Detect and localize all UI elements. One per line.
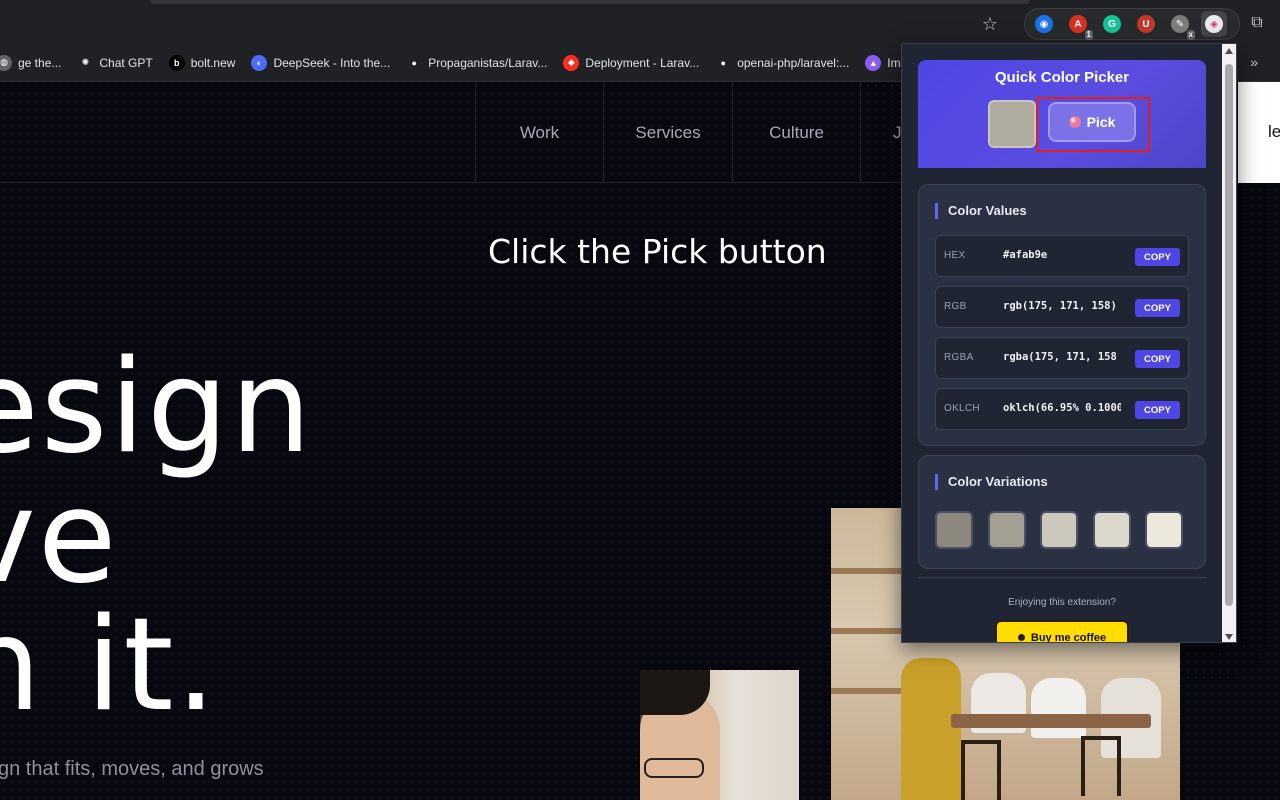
bookmark-label: openai-php/laravel:... bbox=[737, 55, 850, 70]
value-row-oklch: OKLCH oklch(66.95% 0.1000 COPY bbox=[935, 388, 1189, 430]
bookmark-item[interactable]: ◆ Deployment - Larav... bbox=[555, 49, 707, 77]
bookmark-label: DeepSeek - Into the... bbox=[273, 55, 391, 70]
bookmark-label: bolt.new bbox=[190, 55, 236, 70]
color-variations-card: Color Variations bbox=[918, 455, 1206, 569]
chair bbox=[961, 740, 1001, 800]
value-text[interactable]: rgba(175, 171, 158 bbox=[1003, 351, 1121, 363]
ublock-icon[interactable]: U bbox=[1133, 11, 1159, 37]
popup-title: Quick Color Picker bbox=[994, 69, 1130, 86]
person-glasses bbox=[644, 758, 704, 778]
copy-rgba-button[interactable]: COPY bbox=[1135, 350, 1180, 368]
hero-line-3: n it. bbox=[0, 591, 219, 740]
nav-culture[interactable]: Culture bbox=[732, 82, 860, 183]
ublock-icon-glyph: U bbox=[1137, 15, 1155, 33]
deepseek-icon: ◐ bbox=[251, 54, 268, 71]
color-variation-swatch[interactable] bbox=[935, 511, 973, 549]
divider bbox=[918, 577, 1206, 578]
bookmark-item[interactable]: ◍ ge the... bbox=[0, 49, 69, 77]
extensions-puzzle-icon[interactable]: ⧉ bbox=[1246, 12, 1268, 34]
value-label: RGB bbox=[944, 301, 967, 312]
color-variation-swatch[interactable] bbox=[1145, 511, 1183, 549]
copy-oklch-button[interactable]: COPY bbox=[1135, 401, 1180, 419]
color-variations-title: Color Variations bbox=[935, 474, 1048, 490]
value-text[interactable]: #afab9e bbox=[1003, 249, 1121, 261]
hero-line-2: ve bbox=[0, 463, 119, 612]
browser-toolbar: ☆ ◉ A 1 G U ✎ x ◈ ⧉ bbox=[0, 0, 1280, 44]
address-bar-edge[interactable] bbox=[150, 0, 1030, 4]
person-standing bbox=[901, 658, 961, 800]
nav-cta-partial[interactable]: le bbox=[1238, 82, 1280, 183]
puzzle-ext-icon-glyph: ✎ bbox=[1171, 15, 1189, 33]
scroll-thumb[interactable] bbox=[1225, 64, 1233, 606]
color-picker-ext-icon[interactable]: ◈ bbox=[1201, 11, 1227, 37]
copy-hex-button[interactable]: COPY bbox=[1135, 248, 1180, 266]
nav-work[interactable]: Work bbox=[475, 82, 603, 183]
github-icon: ● bbox=[715, 54, 732, 71]
value-text[interactable]: oklch(66.95% 0.1000 bbox=[1003, 402, 1121, 414]
github-icon: ● bbox=[406, 54, 423, 71]
color-values-title: Color Values bbox=[935, 203, 1027, 219]
color-variation-swatch[interactable] bbox=[1040, 511, 1078, 549]
popup-header: Quick Color Picker Pick bbox=[918, 60, 1206, 168]
grammarly-icon-glyph: G bbox=[1103, 15, 1121, 33]
buy-coffee-label: Buy me coffee bbox=[1030, 632, 1107, 643]
buy-coffee-button[interactable]: Buy me coffee bbox=[995, 620, 1129, 643]
value-row-rgb: RGB rgb(175, 171, 158) COPY bbox=[935, 286, 1189, 328]
color-variation-swatch[interactable] bbox=[1092, 511, 1131, 549]
color-variation-swatch[interactable] bbox=[987, 511, 1026, 549]
popup-scrollbar[interactable] bbox=[1222, 44, 1236, 642]
copy-rgb-button[interactable]: COPY bbox=[1135, 299, 1180, 317]
coffee-icon bbox=[1017, 634, 1025, 641]
openai-icon: ✺ bbox=[77, 54, 94, 71]
grammarly-icon[interactable]: G bbox=[1099, 11, 1125, 37]
meeting-table bbox=[951, 714, 1151, 728]
globe-icon: ◍ bbox=[0, 54, 12, 71]
bookmark-label: ge the... bbox=[18, 55, 62, 70]
extension-badge: x bbox=[1186, 30, 1195, 40]
bookmark-label: Propaganistas/Larav... bbox=[428, 55, 548, 70]
bookmark-label: Chat GPT bbox=[99, 55, 153, 70]
scroll-up-icon[interactable] bbox=[1225, 48, 1233, 54]
team-photo-small bbox=[640, 670, 799, 800]
chair bbox=[1081, 736, 1121, 796]
bolt-icon: b bbox=[168, 54, 185, 71]
extensions-group: ◉ A 1 G U ✎ x ◈ bbox=[1024, 8, 1240, 40]
bookmark-star-icon[interactable]: ☆ bbox=[978, 12, 1002, 36]
hero-subtitle: gn that fits, moves, and grows bbox=[0, 758, 264, 780]
bookmark-item[interactable]: ✺ Chat GPT bbox=[69, 49, 160, 77]
value-label: OKLCH bbox=[944, 403, 980, 414]
current-color-swatch bbox=[988, 100, 1036, 148]
color-values-card: Color Values HEX #afab9e COPY RGB rgb(17… bbox=[918, 184, 1206, 446]
pick-button-highlight bbox=[1036, 97, 1150, 152]
bookmarks-overflow-icon[interactable]: » bbox=[1250, 54, 1258, 70]
scroll-down-icon[interactable] bbox=[1225, 634, 1233, 640]
laravel-icon: ◆ bbox=[563, 54, 580, 71]
adblock-icon-glyph: A bbox=[1069, 15, 1087, 33]
rocket-icon: ▲ bbox=[865, 54, 882, 71]
bookmark-item[interactable]: ● Propaganistas/Larav... bbox=[398, 49, 555, 77]
value-label: RGBA bbox=[944, 352, 974, 363]
enjoy-text: Enjoying this extension? bbox=[1008, 597, 1116, 608]
value-row-rgba: RGBA rgba(175, 171, 158 COPY bbox=[935, 337, 1189, 379]
blue-ext-icon[interactable]: ◉ bbox=[1031, 11, 1057, 37]
blue-ext-icon-glyph: ◉ bbox=[1035, 15, 1053, 33]
bookmark-label: Deployment - Larav... bbox=[585, 55, 700, 70]
bookmark-item[interactable]: ◐ DeepSeek - Into the... bbox=[243, 49, 398, 77]
adblock-icon[interactable]: A1 bbox=[1065, 11, 1093, 40]
instruction-caption: Click the Pick button bbox=[488, 232, 827, 271]
color-picker-ext-icon-glyph: ◈ bbox=[1205, 15, 1223, 33]
value-row-hex: HEX #afab9e COPY bbox=[935, 235, 1189, 277]
value-text[interactable]: rgb(175, 171, 158) bbox=[1003, 300, 1121, 312]
person-seated bbox=[1031, 678, 1086, 738]
bookmark-item[interactable]: b bolt.new bbox=[161, 49, 244, 77]
hero-line-1: esign bbox=[0, 333, 314, 482]
nav-services[interactable]: Services bbox=[603, 82, 732, 183]
extension-badge: 1 bbox=[1084, 30, 1093, 40]
color-picker-popup: Quick Color Picker Pick Color Values HEX… bbox=[901, 43, 1237, 643]
value-label: HEX bbox=[944, 250, 966, 261]
bookmark-item[interactable]: ● openai-php/laravel:... bbox=[707, 49, 857, 77]
puzzle-ext-icon[interactable]: ✎ x bbox=[1167, 11, 1195, 40]
